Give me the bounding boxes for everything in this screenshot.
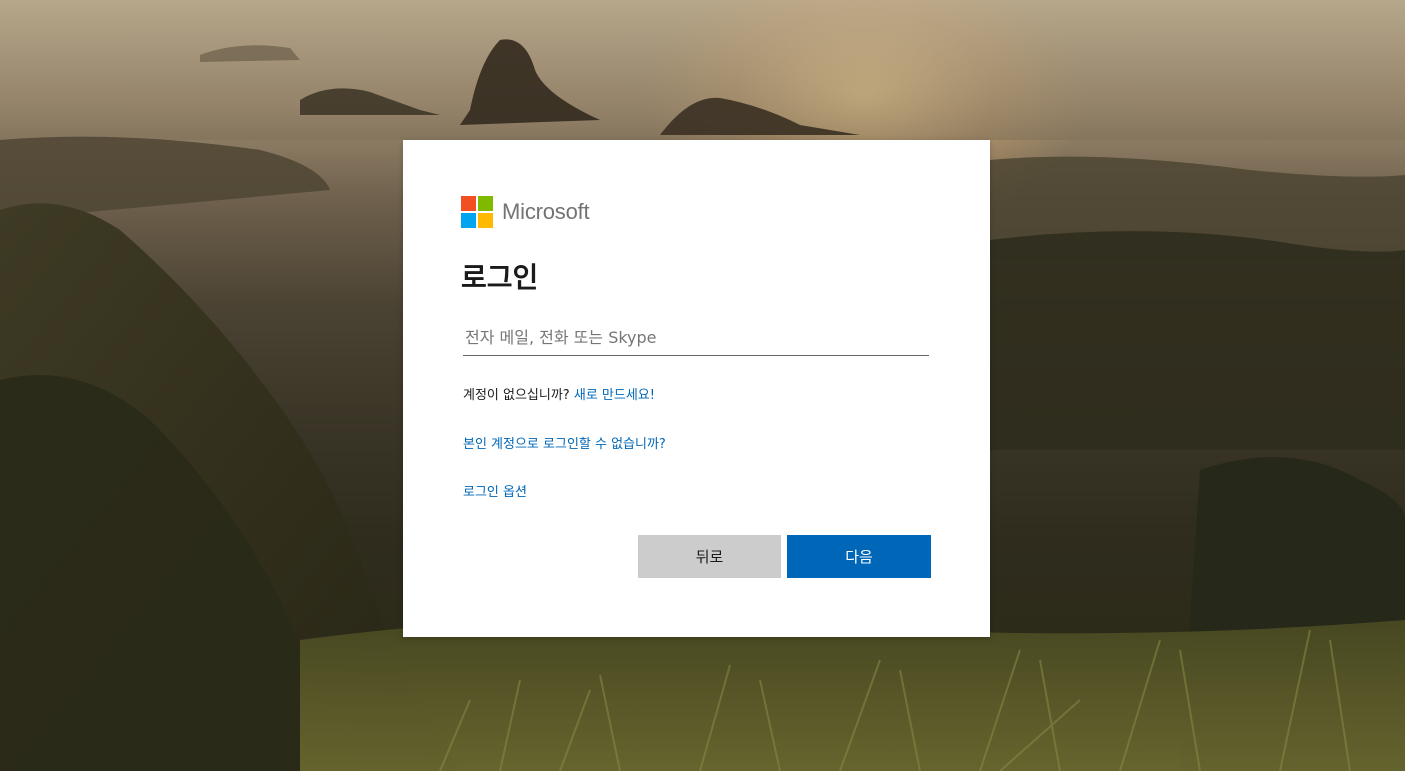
back-button[interactable]: 뒤로 (638, 535, 781, 578)
microsoft-logo-icon (461, 196, 493, 228)
logo-square-yellow (478, 213, 493, 228)
next-button[interactable]: 다음 (787, 535, 931, 578)
no-account-text: 계정이 없으십니까? (463, 388, 574, 403)
page-title: 로그인 (461, 261, 539, 294)
signin-options-row: 로그인 옵션 (463, 481, 527, 500)
logo-square-blue (461, 213, 476, 228)
cant-access-row: 본인 계정으로 로그인할 수 없습니까? (463, 433, 666, 452)
logo-square-red (461, 196, 476, 211)
no-account-prompt: 계정이 없으십니까? 새로 만드세요! (463, 384, 655, 403)
signin-card: Microsoft 로그인 계정이 없으십니까? 새로 만드세요! 본인 계정으… (403, 140, 990, 637)
logo-square-green (478, 196, 493, 211)
cant-access-account-link[interactable]: 본인 계정으로 로그인할 수 없습니까? (463, 437, 666, 452)
create-account-link[interactable]: 새로 만드세요! (574, 388, 655, 403)
microsoft-logo: Microsoft (461, 196, 590, 228)
email-input[interactable] (463, 320, 929, 356)
signin-options-link[interactable]: 로그인 옵션 (463, 485, 527, 500)
logo-text: Microsoft (502, 199, 590, 224)
